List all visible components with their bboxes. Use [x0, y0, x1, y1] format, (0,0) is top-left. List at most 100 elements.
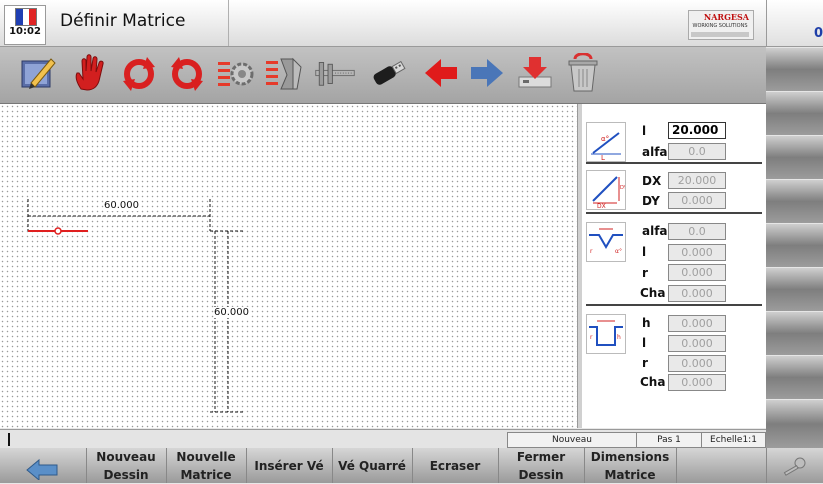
square-vee-diagram-icon: hr — [586, 314, 626, 354]
dx-dy-diagram-icon: DX DY — [586, 170, 628, 210]
panel-separator — [586, 162, 762, 164]
hand-icon[interactable] — [68, 52, 110, 94]
vee-cha-input[interactable]: 0.000 — [668, 285, 726, 302]
dy-input[interactable]: 0.000 — [668, 192, 726, 209]
side-button-7[interactable] — [766, 311, 823, 356]
nouveau-dessin-button[interactable]: Nouveau Dessin — [86, 448, 167, 483]
brand-logo: NARGESA WORKING SOLUTIONS — [688, 10, 754, 40]
fermer-dessin-button[interactable]: Fermer Dessin — [498, 448, 585, 483]
back-arrow-icon — [26, 458, 58, 480]
alfa-input[interactable]: 0.0 — [668, 143, 726, 160]
function-bar: Nouveau Dessin Nouvelle Matrice Insérer Vé… — [0, 448, 823, 483]
panel-separator — [586, 304, 762, 306]
side-button-6[interactable] — [766, 267, 823, 312]
square-cha-label: Cha — [640, 375, 666, 389]
arrow-left-icon[interactable] — [420, 52, 462, 94]
dimensions-matrice-line2: Matrice — [604, 467, 656, 482]
panel-separator — [586, 212, 762, 214]
gear-list-icon[interactable] — [214, 52, 256, 94]
side-button-5[interactable] — [766, 223, 823, 268]
pencil-icon[interactable] — [16, 52, 58, 94]
language-button[interactable]: 10:02 — [4, 5, 46, 45]
logo-brand: NARGESA — [703, 12, 749, 22]
side-button-4[interactable] — [766, 179, 823, 224]
trash-icon[interactable] — [562, 52, 604, 94]
french-flag-icon — [15, 8, 37, 26]
ecraser-button[interactable]: Ecraser — [412, 448, 499, 483]
side-button-1[interactable] — [766, 47, 823, 92]
status-step: Pas 1 — [636, 432, 702, 448]
vee-r-input[interactable]: 0.000 — [668, 264, 726, 281]
pic-h-label: h — [617, 334, 621, 341]
pic-alpha-label: α° — [601, 135, 609, 143]
side-button-9[interactable] — [766, 399, 823, 449]
clock: 10:02 — [9, 26, 41, 37]
dx-label: DX — [642, 174, 662, 188]
segment-handle[interactable] — [54, 227, 62, 235]
vee-alfa-input[interactable]: 0.0 — [668, 223, 726, 240]
vee-l-input[interactable]: 0.000 — [668, 244, 726, 261]
nouveau-dessin-line1: Nouveau — [96, 449, 156, 464]
caliper-icon[interactable] — [314, 52, 356, 94]
square-cha-input[interactable]: 0.000 — [668, 374, 726, 391]
l-label: l — [642, 124, 647, 138]
side-button-2[interactable] — [766, 91, 823, 136]
toolbar — [0, 47, 766, 104]
ecraser-label: Ecraser — [429, 458, 481, 473]
square-l-input[interactable]: 0.000 — [668, 335, 726, 352]
nouvelle-matrice-line1: Nouvelle — [176, 449, 236, 464]
dx-input[interactable]: 20.000 — [668, 172, 726, 189]
inserer-ve-button[interactable]: Insérer Vé — [246, 448, 333, 483]
ve-quarre-button[interactable]: Vé Quarré — [332, 448, 413, 483]
wrench-icon — [783, 457, 805, 476]
pic-dx-label: DX — [597, 203, 606, 209]
square-h-input[interactable]: 0.000 — [668, 315, 726, 332]
side-button-8[interactable] — [766, 355, 823, 400]
pic-l-label: L — [601, 154, 605, 161]
pic-dy-label: DY — [620, 185, 625, 191]
page-title: Définir Matrice — [60, 11, 186, 31]
fermer-dessin-line1: Fermer — [516, 449, 566, 464]
empty-function-button[interactable] — [676, 448, 767, 483]
square-r-label: r — [642, 356, 648, 370]
usb-key-icon[interactable] — [368, 52, 410, 94]
list-tools-icon[interactable] — [262, 52, 304, 94]
vee-r-label: r — [642, 266, 648, 280]
fermer-dessin-line2: Dessin — [518, 467, 564, 482]
drawing-canvas[interactable]: 60.000 60.000 — [0, 104, 577, 428]
nouvelle-matrice-line2: Matrice — [180, 467, 232, 482]
side-button-3[interactable] — [766, 135, 823, 180]
square-l-label: l — [642, 336, 647, 350]
length-input[interactable]: 20.000 — [668, 122, 726, 139]
header-bar: 10:02 Définir Matrice NARGESA WORKING SO… — [0, 0, 766, 47]
settings-button[interactable] — [766, 448, 823, 483]
pic-alpha2-label: α° — [615, 248, 622, 255]
vee-l-label: l — [642, 245, 647, 259]
vee-alfa-label: alfa — [642, 224, 668, 238]
counter-value: 0 — [813, 26, 823, 41]
nouvelle-matrice-button[interactable]: Nouvelle Matrice — [166, 448, 247, 483]
pic-r2-label: r — [590, 334, 593, 341]
rotate-ccw-icon[interactable] — [166, 52, 208, 94]
install-icon[interactable] — [514, 52, 556, 94]
parameter-panel: α°L l 20.000 alfa 0.0 DXDY DX 20.000 DY … — [582, 104, 766, 428]
arrow-right-icon[interactable] — [466, 52, 508, 94]
status-scale: Echelle1:1 — [701, 432, 766, 448]
back-button[interactable] — [0, 448, 87, 483]
dimensions-matrice-button[interactable]: Dimensions Matrice — [584, 448, 677, 483]
status-bar: Nouveau Pas 1 Echelle1:1 — [0, 429, 766, 449]
alfa-label: alfa — [642, 145, 668, 159]
inserer-ve-label: Insérer Vé — [254, 458, 324, 473]
dimension-horizontal: 60.000 — [104, 200, 139, 211]
dimensions-matrice-line1: Dimensions — [590, 449, 670, 464]
text-cursor — [8, 433, 10, 446]
logo-tagline: WORKING SOLUTIONS — [692, 23, 748, 29]
square-h-label: h — [642, 316, 651, 330]
rotate-cw-icon[interactable] — [118, 52, 160, 94]
nouveau-dessin-line2: Dessin — [103, 467, 149, 482]
square-r-input[interactable]: 0.000 — [668, 355, 726, 372]
line-angle-diagram-icon: α° L — [586, 122, 626, 162]
logo-bar — [691, 32, 749, 37]
dimension-vertical: 60.000 — [214, 307, 249, 318]
ve-quarre-label: Vé Quarré — [338, 458, 406, 473]
